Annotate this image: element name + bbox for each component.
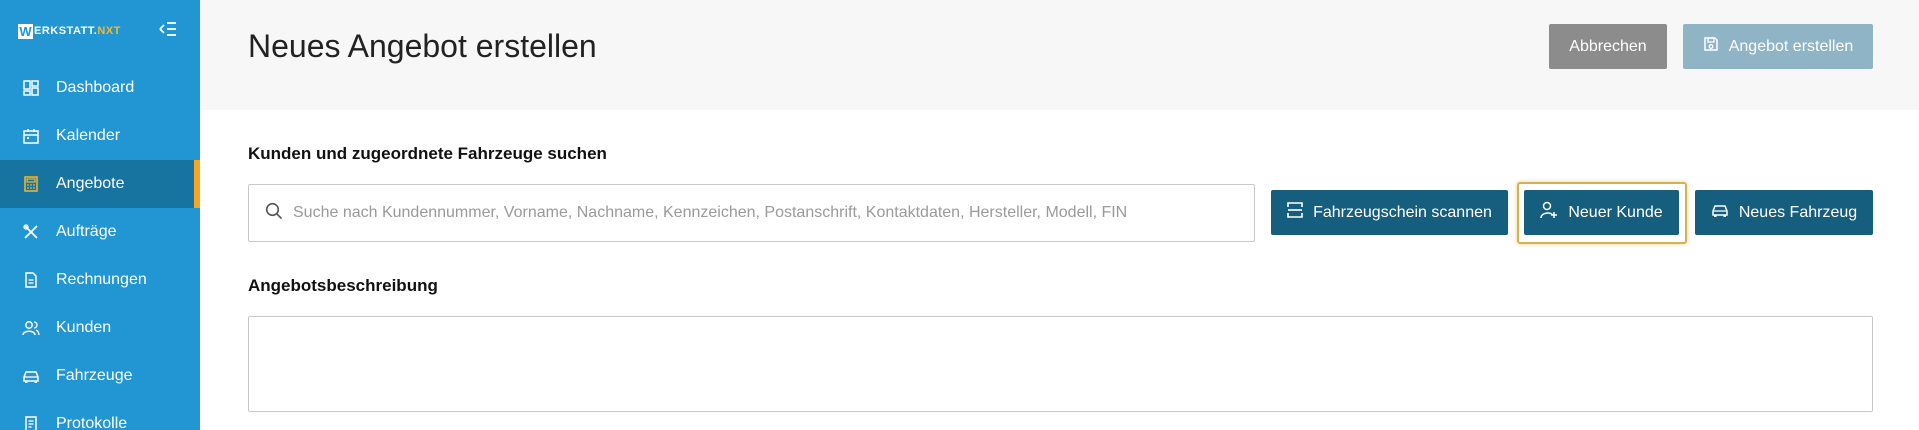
offer-description-field[interactable]	[248, 316, 1873, 412]
sidebar-item-protokolle[interactable]: Protokolle	[0, 400, 200, 430]
sidebar-nav: Dashboard Kalender Angebote Aufträge Rec…	[0, 64, 200, 430]
customer-search-heading: Kunden und zugeordnete Fahrzeuge suchen	[248, 144, 607, 163]
new-customer-button[interactable]: Neuer Kunde	[1524, 190, 1679, 235]
sidebar-item-label: Aufträge	[56, 223, 117, 240]
dashboard-icon	[22, 79, 40, 97]
customer-search-box	[248, 184, 1255, 242]
sidebar-item-auftraege[interactable]: Aufträge	[0, 208, 200, 256]
car-icon	[22, 367, 40, 385]
document-icon	[22, 271, 40, 289]
sidebar-item-rechnungen[interactable]: Rechnungen	[0, 256, 200, 304]
sidebar-item-kalender[interactable]: Kalender	[0, 112, 200, 160]
sidebar-item-label: Angebote	[56, 175, 125, 192]
scan-registration-button[interactable]: Fahrzeugschein scannen	[1271, 190, 1508, 235]
sidebar-item-label: Fahrzeuge	[56, 367, 133, 384]
add-user-icon	[1540, 201, 1568, 224]
brand-suffix: NXT	[97, 25, 121, 37]
cancel-button-label: Abbrechen	[1569, 37, 1647, 55]
sidebar-item-angebote[interactable]: Angebote	[0, 160, 200, 208]
sidebar-item-fahrzeuge[interactable]: Fahrzeuge	[0, 352, 200, 400]
brand-name: ERKSTATT.	[34, 25, 98, 37]
page-header: Neues Angebot erstellen Abbrechen Angebo…	[200, 0, 1919, 110]
calendar-icon	[22, 127, 40, 145]
collapse-sidebar-icon[interactable]	[158, 19, 178, 39]
new-vehicle-button[interactable]: Neues Fahrzeug	[1695, 190, 1873, 235]
sidebar-item-kunden[interactable]: Kunden	[0, 304, 200, 352]
sidebar-item-dashboard[interactable]: Dashboard	[0, 64, 200, 112]
page-title: Neues Angebot erstellen	[248, 28, 597, 64]
brand-logo[interactable]: W ERKSTATT. NXT	[18, 22, 121, 40]
calculator-icon	[22, 175, 40, 193]
create-offer-button[interactable]: Angebot erstellen	[1683, 24, 1873, 69]
new-customer-label: Neuer Kunde	[1568, 203, 1663, 221]
cancel-button[interactable]: Abbrechen	[1549, 24, 1667, 69]
save-icon	[1703, 36, 1729, 57]
sidebar-item-label: Dashboard	[56, 79, 135, 96]
search-icon	[265, 202, 283, 225]
sidebar-item-label: Kalender	[56, 127, 121, 144]
sidebar-item-label: Kunden	[56, 319, 112, 336]
offer-description-heading: Angebotsbeschreibung	[248, 276, 438, 295]
create-offer-label: Angebot erstellen	[1728, 37, 1854, 55]
brand-initial: W	[18, 23, 33, 39]
sidebar-item-label: Protokolle	[56, 415, 128, 430]
users-icon	[22, 319, 40, 337]
sidebar: W ERKSTATT. NXT Dashboard Kalender Angeb…	[0, 0, 200, 430]
car-icon	[1711, 202, 1739, 223]
new-vehicle-label: Neues Fahrzeug	[1738, 203, 1858, 221]
protocol-icon	[22, 415, 40, 430]
tools-icon	[22, 223, 40, 241]
customer-search-input[interactable]	[293, 204, 1253, 222]
sidebar-item-label: Rechnungen	[56, 271, 147, 288]
scan-icon	[1287, 202, 1313, 223]
scan-registration-label: Fahrzeugschein scannen	[1313, 203, 1492, 221]
